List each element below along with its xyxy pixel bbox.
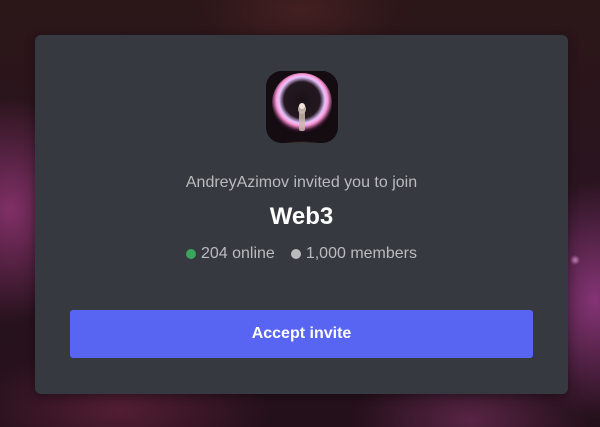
server-stats: 204 online 1,000 members bbox=[35, 245, 568, 263]
server-name: Web3 bbox=[269, 203, 334, 230]
accept-invite-button[interactable]: Accept invite bbox=[70, 310, 533, 358]
online-status-dot-icon bbox=[185, 249, 196, 259]
members-stat: 1,000 members bbox=[290, 245, 417, 263]
server-icon bbox=[266, 71, 338, 143]
online-count: 204 online bbox=[200, 245, 275, 262]
inviter-text: AndreyAzimov invited you to join bbox=[185, 174, 418, 191]
online-stat: 204 online bbox=[185, 245, 275, 263]
member-count: 1,000 members bbox=[305, 245, 417, 262]
invite-card: AndreyAzimov invited you to join Web3 20… bbox=[35, 35, 568, 394]
members-dot-icon bbox=[290, 249, 301, 259]
